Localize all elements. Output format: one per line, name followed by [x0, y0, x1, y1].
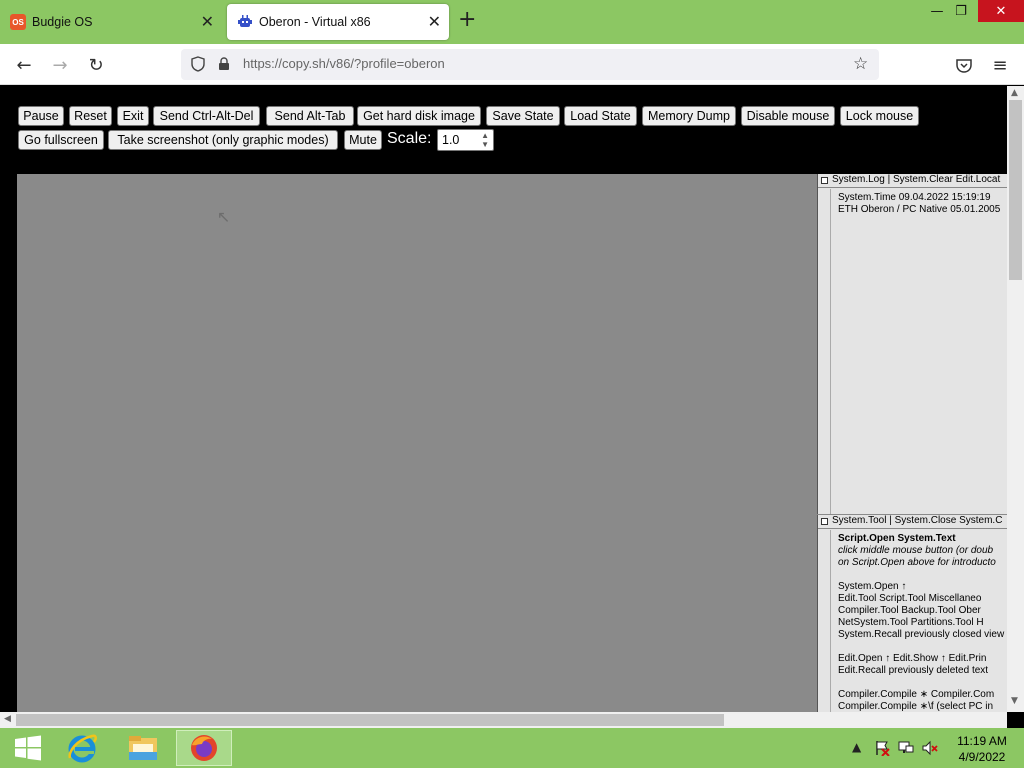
tracking-shield-icon[interactable]: [189, 55, 207, 73]
firefox-taskbar-icon[interactable]: [176, 730, 232, 766]
disable-mouse-button[interactable]: Disable mouse: [741, 106, 835, 126]
tab-title: Oberon - Virtual x86: [259, 15, 371, 29]
tab-budgie-os[interactable]: OS Budgie OS ✕: [0, 0, 222, 44]
save-state-button[interactable]: Save State: [486, 106, 560, 126]
system-clock[interactable]: 11:19 AM 4/9/2022: [952, 733, 1012, 765]
memory-dump-button[interactable]: Memory Dump: [642, 106, 736, 126]
budgie-os-favicon-icon: OS: [10, 14, 26, 30]
tool-line[interactable]: Compiler.Compile ∗ Compiler.Com: [838, 689, 994, 700]
scrollbar-thumb[interactable]: [16, 714, 724, 726]
clock-time: 11:19 AM: [957, 734, 1007, 748]
browser-navbar: ← → ↻ https://copy.sh/v86/?profile=obero…: [0, 44, 1024, 85]
network-icon[interactable]: [898, 740, 914, 759]
viewer-scrollbar[interactable]: [818, 189, 831, 514]
browser-tabstrip: OS Budgie OS ✕ Oberon - Virtual x86 ✕ + …: [0, 0, 1024, 44]
emulator-screen[interactable]: ↑ System.Log | System.Clear Edit.Locat S…: [17, 174, 1007, 712]
log-viewer-title[interactable]: System.Log | System.Clear Edit.Locat: [818, 174, 1007, 188]
tool-line[interactable]: Compiler.Tool Backup.Tool Ober: [838, 605, 981, 616]
page-content: Pause Reset Exit Send Ctrl-Alt-Del Send …: [0, 86, 1007, 712]
window-close-icon[interactable]: ✕: [978, 0, 1024, 22]
log-line: ETH Oberon / PC Native 05.01.2005: [838, 204, 1001, 215]
tool-viewer-title[interactable]: System.Tool | System.Close System.C: [818, 515, 1007, 529]
bookmark-star-icon[interactable]: ☆: [853, 54, 868, 74]
reset-button[interactable]: Reset: [69, 106, 112, 126]
log-viewer[interactable]: System.Log | System.Clear Edit.Locat Sys…: [817, 174, 1007, 514]
scale-value: 1.0: [442, 133, 460, 147]
menu-hamburger-icon[interactable]: ≡: [988, 53, 1012, 77]
forward-icon[interactable]: →: [48, 53, 72, 77]
mute-button[interactable]: Mute: [344, 130, 382, 150]
new-tab-icon[interactable]: +: [458, 9, 476, 31]
lock-icon[interactable]: [215, 55, 233, 73]
start-windows-icon[interactable]: [0, 730, 56, 766]
tool-line[interactable]: Edit.Recall previously deleted text: [838, 665, 988, 676]
tab-close-icon[interactable]: ✕: [201, 12, 214, 32]
take-screenshot-button[interactable]: Take screenshot (only graphic modes): [108, 130, 338, 150]
scale-label: Scale:: [387, 130, 432, 147]
pause-button[interactable]: Pause: [18, 106, 64, 126]
page-horizontal-scrollbar[interactable]: ◀: [0, 712, 1007, 728]
viewer-marker-icon[interactable]: [821, 518, 828, 525]
tool-line: click middle mouse button (or doub: [838, 545, 994, 556]
volume-muted-icon[interactable]: [922, 740, 938, 759]
action-center-flag-icon[interactable]: [874, 740, 890, 759]
scale-input[interactable]: 1.0 ▲ ▼: [437, 129, 494, 151]
viewer-marker-icon[interactable]: [821, 177, 828, 184]
tab-close-icon[interactable]: ✕: [428, 12, 441, 32]
tool-line[interactable]: Edit.Tool Script.Tool Miscellaneo: [838, 593, 981, 604]
scroll-left-icon[interactable]: ◀: [4, 714, 11, 724]
get-hard-disk-image-button[interactable]: Get hard disk image: [357, 106, 481, 126]
log-line: System.Time 09.04.2022 15:19:19: [838, 192, 991, 203]
page-vertical-scrollbar[interactable]: ▲ ▼: [1007, 86, 1024, 712]
show-hidden-icons-icon[interactable]: ▲: [852, 740, 861, 754]
url-bar[interactable]: https://copy.sh/v86/?profile=oberon ☆: [181, 49, 879, 80]
scroll-down-icon[interactable]: ▼: [1011, 696, 1018, 706]
load-state-button[interactable]: Load State: [564, 106, 637, 126]
spinner-arrows-icon[interactable]: ▲ ▼: [481, 131, 489, 149]
tool-line[interactable]: Script.Open System.Text: [838, 533, 956, 544]
clock-date: 4/9/2022: [958, 750, 1006, 764]
viewer-scrollbar[interactable]: [818, 530, 831, 712]
exit-button[interactable]: Exit: [117, 106, 149, 126]
v86-favicon-icon: [237, 14, 253, 30]
scrollbar-thumb[interactable]: [1009, 100, 1022, 280]
scroll-up-icon[interactable]: ▲: [1011, 88, 1018, 98]
tool-line[interactable]: System.Open ↑: [838, 581, 906, 592]
os-taskbar: ▲ 11:19 AM 4/9/2022: [0, 728, 1024, 768]
reload-icon[interactable]: ↻: [84, 53, 108, 77]
mouse-pointer-icon: ↑: [212, 206, 236, 229]
tab-title: Budgie OS: [32, 15, 93, 29]
url-text[interactable]: https://copy.sh/v86/?profile=oberon: [243, 56, 445, 71]
tab-oberon[interactable]: Oberon - Virtual x86 ✕: [227, 4, 449, 40]
lock-mouse-button[interactable]: Lock mouse: [840, 106, 919, 126]
tool-line[interactable]: Edit.Open ↑ Edit.Show ↑ Edit.Prin: [838, 653, 986, 664]
internet-explorer-icon[interactable]: [54, 730, 110, 766]
tool-line[interactable]: System.Recall previously closed view: [838, 629, 1004, 640]
tool-viewer[interactable]: System.Tool | System.Close System.C Scri…: [817, 515, 1007, 712]
file-explorer-icon[interactable]: [115, 730, 171, 766]
pocket-icon[interactable]: [952, 53, 976, 77]
send-alt-tab-button[interactable]: Send Alt-Tab: [266, 106, 354, 126]
back-icon[interactable]: ←: [12, 53, 36, 77]
restore-icon[interactable]: ❐: [944, 0, 978, 22]
tool-line: on Script.Open above for introducto: [838, 557, 996, 568]
tool-line[interactable]: NetSystem.Tool Partitions.Tool H: [838, 617, 984, 628]
tool-line[interactable]: Compiler.Compile ∗\f (select PC in: [838, 701, 993, 712]
send-ctrl-alt-del-button[interactable]: Send Ctrl-Alt-Del: [153, 106, 260, 126]
go-fullscreen-button[interactable]: Go fullscreen: [18, 130, 104, 150]
